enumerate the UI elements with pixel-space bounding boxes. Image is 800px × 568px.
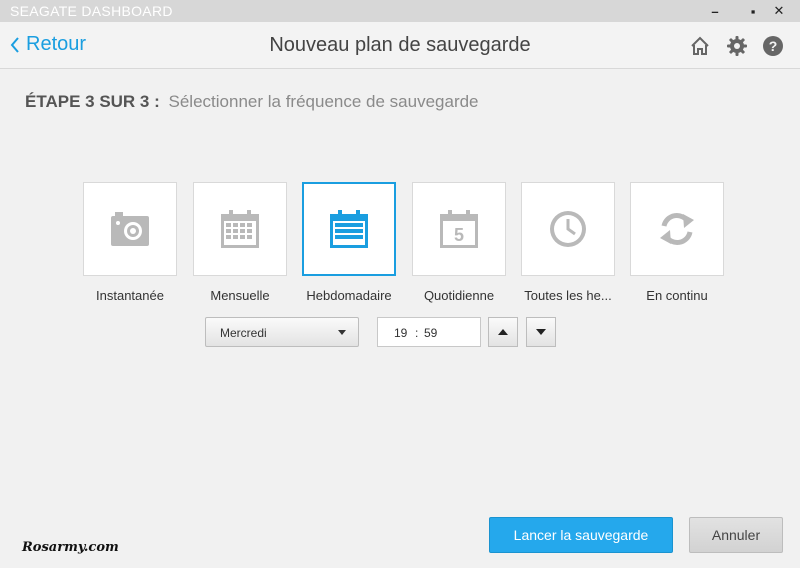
option-daily[interactable]: 5 Quotidienne [412,182,506,303]
help-icon[interactable]: ? [762,35,784,57]
daily-calendar-icon: 5 [440,210,478,248]
home-icon[interactable] [689,35,711,57]
step-heading: ÉTAPE 3 SUR 3 : Sélectionner la fréquenc… [25,92,479,112]
clock-icon [550,211,586,247]
start-backup-button[interactable]: Lancer la sauvegarde [489,517,673,553]
triangle-up-icon [498,329,508,335]
day-select-value: Mercredi [220,326,267,340]
time-hour[interactable]: 19 [394,326,407,340]
option-label: Hebdomadaire [306,288,392,303]
minimize-button[interactable]: – [706,2,724,20]
monthly-calendar-icon [221,210,259,248]
chevron-down-icon [338,330,346,335]
option-tile [193,182,287,276]
svg-text:?: ? [769,38,778,54]
step-number: ÉTAPE 3 SUR 3 : [25,92,160,111]
option-continuous[interactable]: En continu [630,182,724,303]
option-tile [302,182,396,276]
camera-icon [111,212,149,246]
time-input[interactable]: 19 : 59 [377,317,481,347]
option-tile [83,182,177,276]
day-select[interactable]: Mercredi [205,317,359,347]
maximize-button[interactable]: ▪ [744,2,762,20]
option-hourly[interactable]: Toutes les he... [521,182,615,303]
time-minute[interactable]: 59 [424,326,437,340]
triangle-down-icon [536,329,546,335]
option-tile [521,182,615,276]
header: Retour Nouveau plan de sauvegarde ? [0,22,800,69]
gear-icon[interactable] [726,35,748,57]
page-title: Nouveau plan de sauvegarde [269,34,531,56]
option-instant[interactable]: Instantanée [83,182,177,303]
app-title: SEAGATE DASHBOARD [10,3,173,19]
option-label: Toutes les he... [524,288,612,303]
watermark: Rosarmy.com [22,540,119,555]
time-separator: : [415,326,419,340]
title-bar: SEAGATE DASHBOARD – ▪ ✕ [0,0,800,22]
time-up-button[interactable] [488,317,518,347]
option-label: Quotidienne [423,288,495,303]
weekly-calendar-icon [330,210,368,248]
option-monthly[interactable]: Mensuelle [193,182,287,303]
time-down-button[interactable] [526,317,556,347]
cancel-button[interactable]: Annuler [689,517,783,553]
option-tile [630,182,724,276]
option-label: Instantanée [96,288,164,303]
sync-icon [660,213,694,245]
option-tile: 5 [412,182,506,276]
option-label: Mensuelle [210,288,270,303]
option-weekly[interactable]: Hebdomadaire [302,182,396,303]
step-description: Sélectionner la fréquence de sauvegarde [168,92,479,111]
option-label: En continu [646,288,708,303]
close-button[interactable]: ✕ [770,2,788,20]
calendar-number: 5 [454,225,464,245]
